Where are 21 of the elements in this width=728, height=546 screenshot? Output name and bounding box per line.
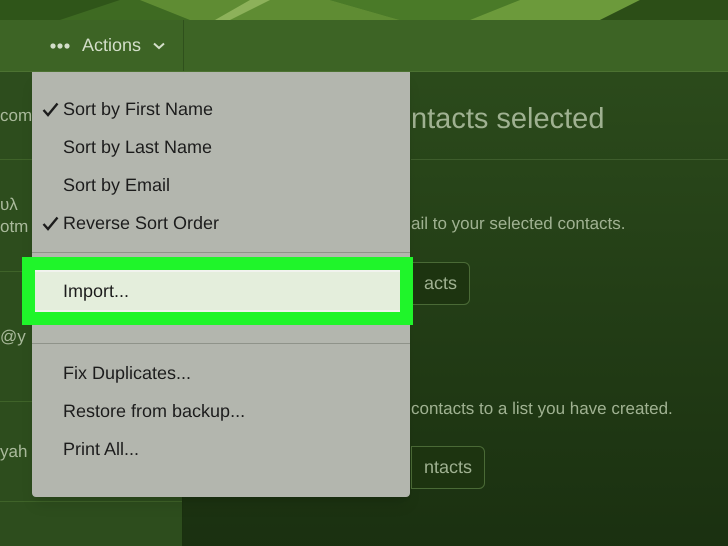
more-icon xyxy=(50,42,70,48)
menu-item[interactable]: Restore from backup... xyxy=(32,392,410,430)
contact-text: otm xyxy=(0,216,28,238)
menu-item[interactable]: Sort by Email xyxy=(32,166,410,204)
action-button[interactable]: acts xyxy=(411,262,470,304)
menu-item[interactable]: Print All... xyxy=(32,430,410,468)
menu-item[interactable]: Import... xyxy=(35,272,400,310)
contact-text: @y xyxy=(0,326,26,348)
selection-heading: ntacts selected xyxy=(411,98,728,160)
menu-item[interactable]: Sort by Last Name xyxy=(32,128,410,166)
contact-text: yah xyxy=(0,440,28,462)
actions-menu-button[interactable]: Actions xyxy=(50,20,178,71)
action-button[interactable]: ntacts xyxy=(411,446,486,489)
menu-item[interactable]: Reverse Sort Order xyxy=(32,204,410,242)
menu-item[interactable]: Fix Duplicates... xyxy=(32,354,410,392)
section-description: contacts to a list you have created. xyxy=(411,398,674,420)
contact-text: com xyxy=(0,104,32,126)
menu-item[interactable]: Sort by First Name xyxy=(32,90,410,128)
contact-text: υλ xyxy=(0,194,18,216)
chevron-down-icon xyxy=(153,42,166,50)
section-description: ail to your selected contacts. xyxy=(411,213,627,235)
